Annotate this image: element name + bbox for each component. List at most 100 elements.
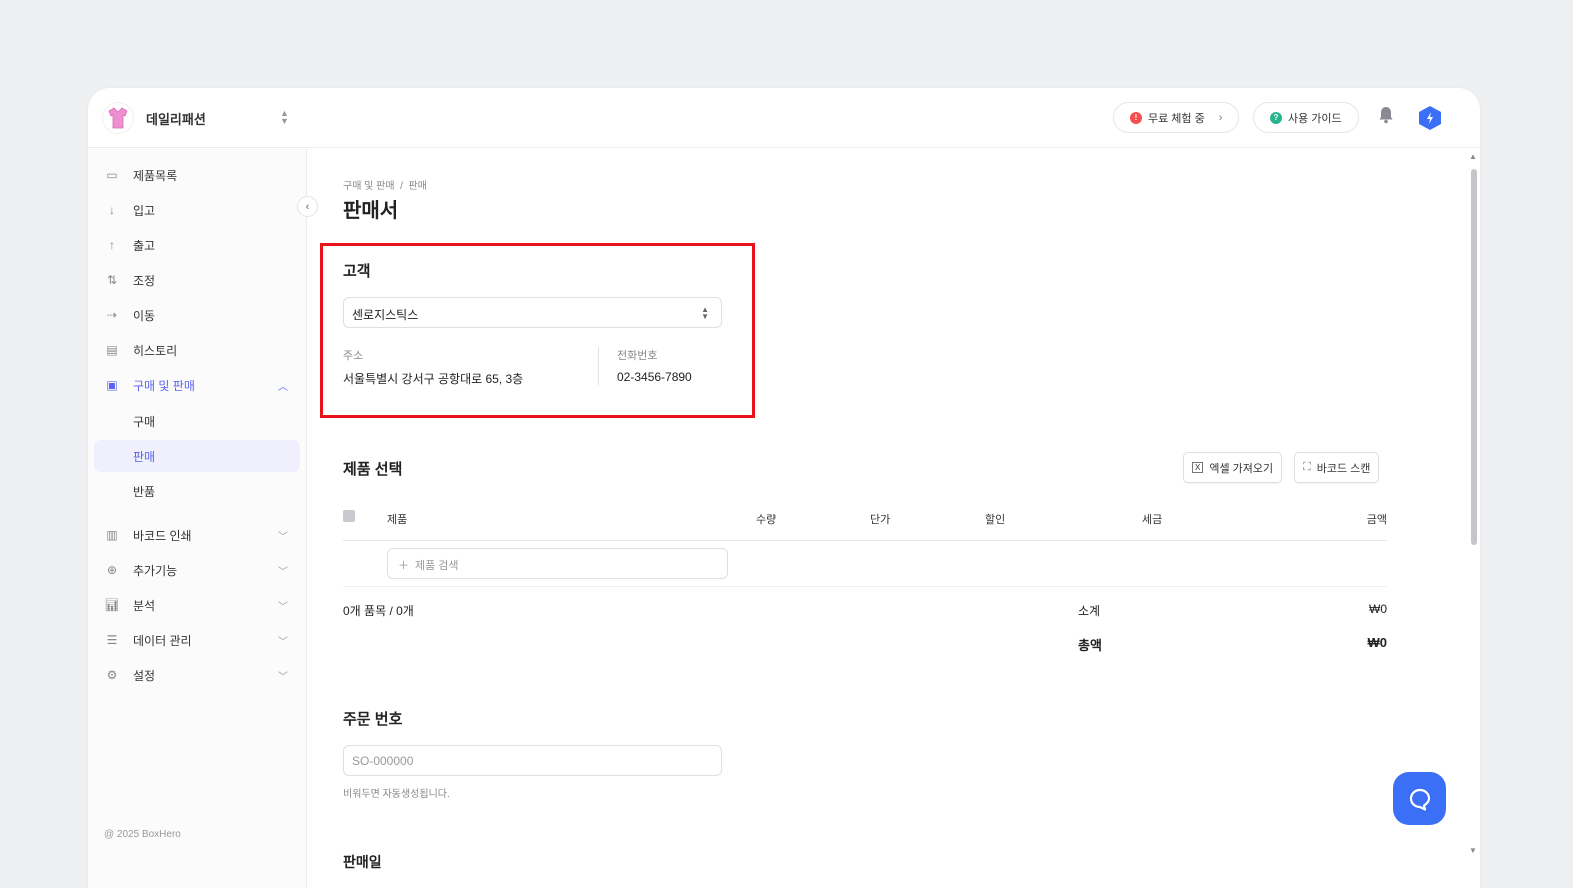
order-hint: 비워두면 자동생성됩니다. <box>343 789 450 800</box>
plus-circle-icon: ⊕ <box>106 563 118 577</box>
bell-icon[interactable] <box>1378 106 1394 124</box>
divider <box>598 347 599 385</box>
sidebar-item-history[interactable]: ▤ 히스토리 <box>94 334 300 366</box>
collapse-sidebar-button[interactable]: ‹ <box>297 196 318 217</box>
chat-support-button[interactable] <box>1393 772 1446 825</box>
sidebar-item-purchase-sales[interactable]: ▣ 구매 및 판매 ︿ <box>94 369 300 401</box>
customer-value: 센로지스틱스 <box>352 308 419 322</box>
nav-label: 판매 <box>133 449 156 464</box>
subtotal-label: 소계 <box>1078 604 1101 618</box>
phone-value: 02-3456-7890 <box>617 370 692 384</box>
sales-date-heading: 판매일 <box>343 854 382 870</box>
customer-select[interactable]: 센로지스틱스 ▲ ▼ <box>343 297 722 328</box>
order-number-heading: 주문 번호 <box>343 711 403 728</box>
company-logo <box>102 102 134 134</box>
scrollbar[interactable]: ▲ ▼ <box>1468 149 1480 888</box>
arrow-down-icon: ↓ <box>109 203 115 217</box>
customer-heading: 고객 <box>343 263 371 280</box>
barcode-icon: ▥ <box>106 528 118 542</box>
nav-label: 추가기능 <box>133 563 178 578</box>
scrollbar-thumb[interactable] <box>1471 169 1477 545</box>
main-content: 구매 및 판매 / 판매 판매서 고객 센로지스틱스 ▲ ▼ 주소 서울특별시 강… <box>308 149 1477 888</box>
col-discount: 할인 <box>985 514 1006 526</box>
total-label: 총액 <box>1078 638 1102 653</box>
highlight-box <box>320 243 755 418</box>
address-label: 주소 <box>343 350 364 362</box>
order-placeholder: SO-000000 <box>352 754 414 768</box>
chevron-down-icon: ﹀ <box>278 566 288 578</box>
arrow-right-icon: ⇢ <box>106 308 118 322</box>
trial-label: 무료 체험 중 <box>1148 112 1205 125</box>
sidebar-item-returns[interactable]: 반품 <box>94 475 300 507</box>
box-icon: ▭ <box>106 168 118 182</box>
sidebar-item-products[interactable]: ▭ 제품목록 <box>94 159 300 191</box>
excel-label: 엑셀 가져오기 <box>1209 462 1274 475</box>
plus-icon: ＋ <box>398 560 409 572</box>
nav-label: 설정 <box>133 668 156 683</box>
boxhero-logo-icon[interactable] <box>1418 105 1442 131</box>
alert-icon: ! <box>1130 111 1142 124</box>
barcode-scan-button[interactable]: ⛶ 바코드 스캔 <box>1294 452 1380 483</box>
col-amount: 금액 <box>1366 514 1387 526</box>
sidebar-item-settings[interactable]: ⚙ 설정 ﹀ <box>94 659 300 691</box>
gear-icon: ⚙ <box>106 668 118 682</box>
item-count: 0개 품목 / 0개 <box>343 604 414 618</box>
barcode-label: 바코드 스캔 <box>1316 462 1371 475</box>
col-tax: 세금 <box>1142 514 1163 526</box>
subtotal-value: ₩0 <box>1369 602 1387 616</box>
divider <box>343 540 1387 541</box>
nav-label: 구매 <box>133 414 156 429</box>
col-product: 제품 <box>387 514 408 526</box>
excel-icon: X <box>1192 462 1204 473</box>
nav-label: 히스토리 <box>133 343 178 358</box>
chevron-down-icon: ﹀ <box>278 636 288 648</box>
nav-label: 입고 <box>133 203 156 218</box>
excel-import-button[interactable]: X 엑셀 가져오기 <box>1183 452 1283 483</box>
sidebar-item-barcode[interactable]: ▥ 바코드 인쇄 ﹀ <box>94 519 300 551</box>
sidebar-item-stock-out[interactable]: ↑ 출고 <box>94 229 300 261</box>
order-number-input[interactable]: SO-000000 <box>343 745 722 776</box>
switch-arrows-icon[interactable]: ▲ ▼ <box>280 109 289 126</box>
app-window: 데일리패션 ▲ ▼ ! 무료 체험 중 › ? 사용 가이드 ▭ 제품목록 ↓ 입고 … <box>88 88 1480 888</box>
product-search-input[interactable]: ＋ 제품 검색 <box>387 548 728 579</box>
chevron-down-icon: ﹀ <box>278 531 288 543</box>
select-all-checkbox[interactable] <box>343 510 355 522</box>
nav-label: 조정 <box>133 273 156 288</box>
sidebar-item-addons[interactable]: ⊕ 추가기능 ﹀ <box>94 554 300 586</box>
sidebar-item-adjust[interactable]: ⇅ 조정 <box>94 264 300 296</box>
chevron-right-icon: › <box>1218 111 1223 124</box>
sidebar-item-sales[interactable]: 판매 <box>94 440 300 472</box>
company-name: 데일리패션 <box>146 111 206 127</box>
sidebar-item-data[interactable]: ☰ 데이터 관리 ﹀ <box>94 624 300 656</box>
sidebar-item-move[interactable]: ⇢ 이동 <box>94 299 300 331</box>
breadcrumb[interactable]: 구매 및 판매 / 판매 <box>343 177 427 192</box>
scan-icon: ⛶ <box>1303 461 1311 473</box>
database-icon: ☰ <box>106 633 118 647</box>
nav-label: 제품목록 <box>133 168 178 183</box>
sidebar-item-purchase[interactable]: 구매 <box>94 405 300 437</box>
chevron-down-icon: ﹀ <box>278 671 288 683</box>
chevron-left-icon: ‹ <box>305 200 310 213</box>
chat-icon <box>1409 788 1430 811</box>
select-arrows-icon: ▲ ▼ <box>701 305 709 321</box>
col-quantity: 수량 <box>756 514 777 526</box>
scroll-up-icon[interactable]: ▲ <box>1469 152 1477 161</box>
scroll-down-icon[interactable]: ▼ <box>1469 846 1477 855</box>
col-unit-price: 단가 <box>870 514 891 526</box>
nav-label: 이동 <box>133 308 156 323</box>
guide-button[interactable]: ? 사용 가이드 <box>1253 102 1359 133</box>
sidebar-item-analytics[interactable]: 📊︎ 분석 ﹀ <box>94 589 300 621</box>
swap-icon: ⇅ <box>106 273 118 287</box>
trial-button[interactable]: ! 무료 체험 중 › <box>1113 102 1240 133</box>
sidebar-item-stock-in[interactable]: ↓ 입고 <box>94 194 300 226</box>
chart-icon: 📊︎ <box>104 598 120 612</box>
chevron-down-icon: ﹀ <box>278 601 288 613</box>
arrow-up-icon: ↑ <box>109 238 115 252</box>
divider <box>343 586 1387 587</box>
company-switcher[interactable]: 데일리패션 <box>102 102 206 134</box>
nav-label: 분석 <box>133 598 156 613</box>
phone-label: 전화번호 <box>617 350 658 362</box>
sidebar: ▭ 제품목록 ↓ 입고 ↑ 출고 ⇅ 조정 ⇢ 이동 ▤ 히스토리 ▣ 구매 및 판매 ︿ 구매… <box>88 149 307 888</box>
history-icon: ▤ <box>106 343 118 357</box>
search-placeholder: 제품 검색 <box>415 560 459 572</box>
